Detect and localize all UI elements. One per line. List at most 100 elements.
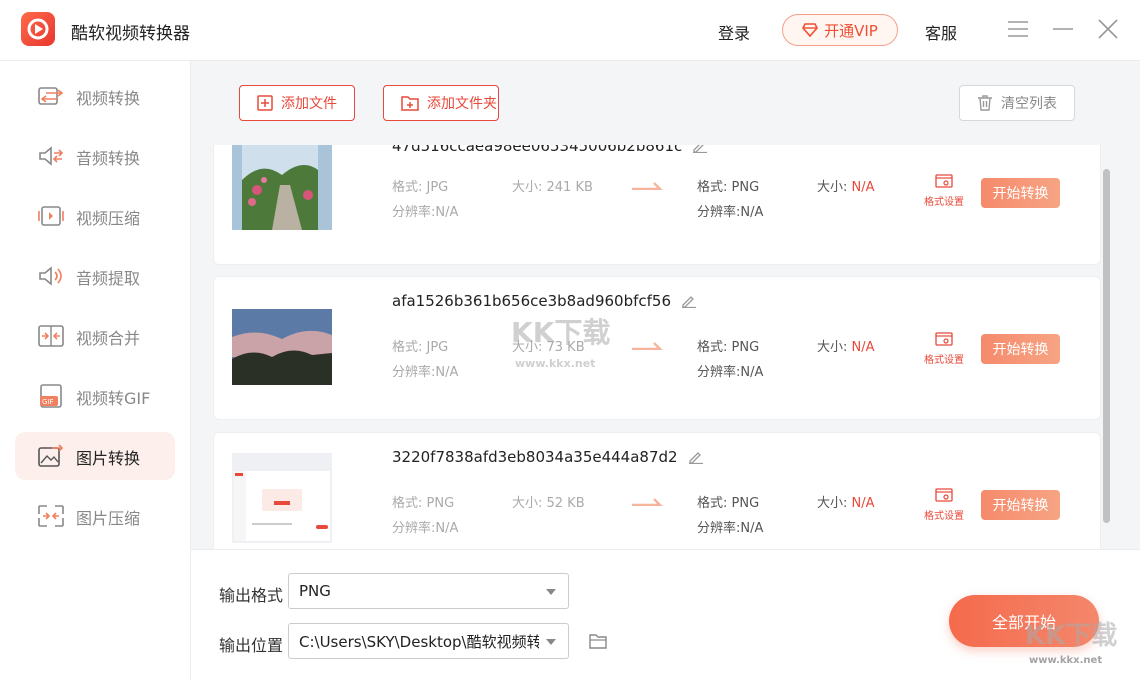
menu-icon[interactable] bbox=[1007, 18, 1029, 40]
main-panel: 添加文件 添加文件夹 清空列表 47d516ccaea98ee065345006… bbox=[191, 61, 1140, 680]
trash-icon bbox=[978, 95, 992, 111]
edit-icon[interactable] bbox=[692, 145, 708, 153]
image-compress-icon bbox=[38, 505, 64, 527]
source-format: 格式: JPG bbox=[392, 340, 449, 355]
output-path-label: 输出位置 bbox=[219, 636, 284, 655]
sidebar-item-video-convert[interactable]: 视频转换 bbox=[15, 72, 175, 120]
app-window: 酷软视频转换器 登录 开通VIP 客服 视频转换 音频转换 视频压缩 音频提取 … bbox=[0, 0, 1140, 680]
thumbnail-sunset bbox=[232, 297, 332, 387]
sidebar: 视频转换 音频转换 视频压缩 音频提取 视频合并 GIF 视频转GIF 图片转换 bbox=[0, 61, 191, 680]
arrow-right-icon bbox=[632, 182, 663, 190]
sidebar-item-audio-extract[interactable]: 音频提取 bbox=[15, 252, 175, 300]
chevron-down-icon bbox=[546, 639, 556, 645]
close-icon[interactable] bbox=[1097, 18, 1119, 40]
file-name-text: 47d516ccaea98ee065345006b2b861c bbox=[392, 145, 683, 155]
file-name-text: 3220f7838afd3eb8034a35e444a87d2 bbox=[392, 448, 678, 466]
source-resolution: 分辨率:N/A bbox=[392, 521, 459, 536]
vip-button[interactable]: 开通VIP bbox=[782, 14, 898, 46]
clear-list-button[interactable]: 清空列表 bbox=[959, 85, 1075, 121]
sidebar-item-label: 音频提取 bbox=[76, 269, 141, 288]
arrow-right-icon bbox=[632, 498, 663, 506]
format-settings-label: 格式设置 bbox=[924, 355, 964, 366]
format-settings-button[interactable]: 格式设置 bbox=[922, 332, 966, 366]
output-settings-bar: 输出格式 PNG 输出位置 C:\Users\SKY\Desktop\酷软视频转… bbox=[191, 549, 1140, 680]
target-format: 格式: PNG bbox=[697, 180, 760, 195]
sidebar-item-label: 视频转换 bbox=[76, 89, 141, 108]
video-merge-icon bbox=[38, 325, 64, 347]
add-file-button[interactable]: 添加文件 bbox=[239, 85, 355, 121]
sidebar-item-label: 视频合并 bbox=[76, 329, 141, 348]
app-title: 酷软视频转换器 bbox=[71, 24, 190, 44]
format-settings-button[interactable]: 格式设置 bbox=[922, 174, 966, 208]
gif-icon: GIF bbox=[40, 384, 62, 408]
sidebar-item-label: 视频转GIF bbox=[76, 389, 151, 408]
sidebar-item-video-to-gif[interactable]: GIF 视频转GIF bbox=[15, 372, 175, 420]
sidebar-item-audio-convert[interactable]: 音频转换 bbox=[15, 132, 175, 180]
settings-icon bbox=[935, 174, 953, 188]
target-resolution: 分辨率:N/A bbox=[697, 365, 764, 380]
edit-icon[interactable] bbox=[681, 294, 697, 308]
scrollbar-thumb[interactable] bbox=[1103, 169, 1110, 523]
output-format-select[interactable]: PNG bbox=[288, 573, 569, 609]
add-folder-label: 添加文件夹 bbox=[427, 96, 497, 112]
target-size-label: 大小: bbox=[817, 180, 852, 195]
start-convert-button[interactable]: 开始转换 bbox=[981, 334, 1060, 364]
video-convert-icon bbox=[38, 87, 64, 105]
file-card: 47d516ccaea98ee065345006b2b861c 格式: JPG … bbox=[213, 145, 1101, 265]
target-size-label: 大小: bbox=[817, 340, 852, 355]
file-name-text: afa1526b361b656ce3b8ad960bfcf56 bbox=[392, 292, 671, 310]
watermark-corner-url: www.kkx.net bbox=[1029, 655, 1103, 666]
format-settings-label: 格式设置 bbox=[924, 197, 964, 208]
sidebar-item-image-compress[interactable]: 图片压缩 bbox=[15, 492, 175, 540]
sidebar-item-label: 图片转换 bbox=[76, 449, 141, 468]
output-path-select[interactable]: C:\Users\SKY\Desktop\酷软视频转换器 bbox=[288, 623, 569, 659]
source-resolution: 分辨率:N/A bbox=[392, 365, 459, 380]
add-folder-button[interactable]: 添加文件夹 bbox=[383, 85, 499, 121]
settings-icon bbox=[935, 332, 953, 346]
target-resolution: 分辨率:N/A bbox=[697, 521, 764, 536]
target-size-value: N/A bbox=[851, 496, 875, 511]
file-name: afa1526b361b656ce3b8ad960bfcf56 bbox=[392, 292, 697, 310]
source-format: 格式: JPG bbox=[392, 180, 449, 195]
diamond-icon bbox=[802, 23, 819, 37]
add-icon bbox=[257, 95, 273, 111]
sidebar-item-label: 图片压缩 bbox=[76, 509, 141, 528]
login-link[interactable]: 登录 bbox=[718, 20, 750, 44]
audio-extract-icon bbox=[39, 266, 62, 286]
thumbnail-screenshot bbox=[232, 453, 332, 543]
target-size: 大小: N/A bbox=[817, 492, 875, 511]
minimize-icon[interactable] bbox=[1052, 18, 1074, 40]
source-size: 大小: 73 KB bbox=[512, 340, 585, 355]
sidebar-item-video-compress[interactable]: 视频压缩 bbox=[15, 192, 175, 240]
target-size-value: N/A bbox=[851, 340, 875, 355]
edit-icon[interactable] bbox=[688, 450, 704, 464]
target-size: 大小: N/A bbox=[817, 336, 875, 355]
source-size: 大小: 52 KB bbox=[512, 496, 585, 511]
file-card: 3220f7838afd3eb8034a35e444a87d2 格式: PNG … bbox=[213, 432, 1101, 549]
file-list: 47d516ccaea98ee065345006b2b861c 格式: JPG … bbox=[191, 145, 1140, 549]
start-all-button[interactable]: 全部开始 bbox=[949, 595, 1099, 647]
sidebar-item-image-convert[interactable]: 图片转换 bbox=[15, 432, 175, 480]
target-format: 格式: PNG bbox=[697, 496, 760, 511]
customer-service-link[interactable]: 客服 bbox=[925, 20, 957, 44]
arrow-right-icon bbox=[632, 342, 663, 350]
target-format: 格式: PNG bbox=[697, 340, 760, 355]
format-settings-label: 格式设置 bbox=[924, 511, 964, 522]
svg-text:GIF: GIF bbox=[42, 398, 54, 406]
file-name: 47d516ccaea98ee065345006b2b861c bbox=[392, 145, 708, 155]
output-format-value: PNG bbox=[299, 582, 331, 600]
output-format-label: 输出格式 bbox=[219, 586, 284, 605]
sidebar-item-video-merge[interactable]: 视频合并 bbox=[15, 312, 175, 360]
folder-icon[interactable] bbox=[589, 633, 607, 649]
file-card: afa1526b361b656ce3b8ad960bfcf56 格式: JPG … bbox=[213, 276, 1101, 420]
settings-icon bbox=[935, 488, 953, 502]
source-resolution: 分辨率:N/A bbox=[392, 205, 459, 220]
chevron-down-icon bbox=[546, 589, 556, 595]
start-convert-button[interactable]: 开始转换 bbox=[981, 178, 1060, 208]
video-compress-icon bbox=[38, 206, 64, 226]
format-settings-button[interactable]: 格式设置 bbox=[922, 488, 966, 522]
target-size-label: 大小: bbox=[817, 496, 852, 511]
vip-label: 开通VIP bbox=[824, 21, 878, 40]
start-convert-button[interactable]: 开始转换 bbox=[981, 490, 1060, 520]
file-name: 3220f7838afd3eb8034a35e444a87d2 bbox=[392, 448, 704, 466]
